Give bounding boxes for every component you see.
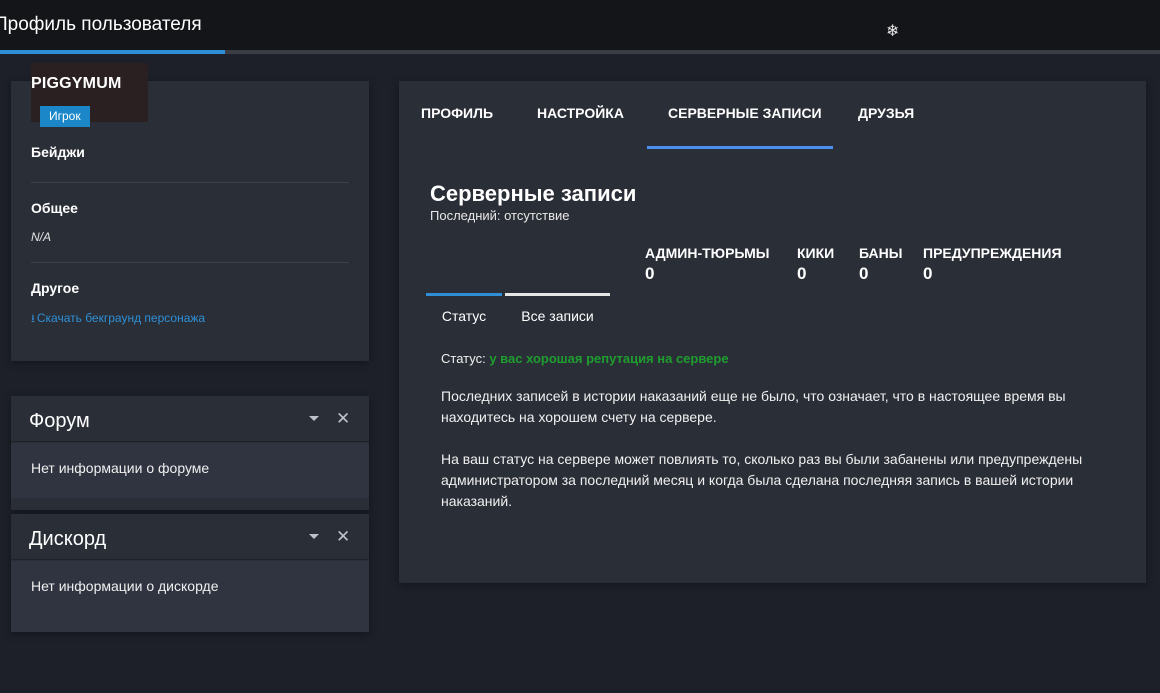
snowflake-icon[interactable]: ❄ xyxy=(886,21,899,41)
active-tab-indicator xyxy=(647,146,833,149)
caret-down-icon[interactable] xyxy=(309,416,319,421)
tab-server-records[interactable]: СЕРВЕРНЫЕ ЗАПИСИ xyxy=(668,105,822,121)
stat-label: АДМИН-ТЮРЬМЫ xyxy=(645,245,770,261)
stat-label: ПРЕДУПРЕЖДЕНИЯ xyxy=(923,245,1062,261)
tab-bar: ПРОФИЛЬ НАСТРОЙКА СЕРВЕРНЫЕ ЗАПИСИ ДРУЗЬ… xyxy=(399,81,1146,149)
last-record: Последний: отсутствие xyxy=(430,208,570,223)
status-description: Последних записей в истории наказаний ещ… xyxy=(441,388,1066,425)
download-background-link[interactable]: ⭳ Скачать бекграунд персонажа xyxy=(31,310,205,329)
top-bar: Профиль пользователя ❄ xyxy=(0,0,1160,54)
records-title: Серверные записи xyxy=(430,181,637,206)
status-line: Статус: у вас хорошая репутация на серве… xyxy=(441,351,729,366)
badges-label: Бейджи xyxy=(31,144,85,160)
progress-track xyxy=(0,50,1160,54)
status-note: На ваш статус на сервере может повлиять … xyxy=(441,451,1083,509)
discord-info: Нет информации о дискорде xyxy=(31,578,219,594)
stat-warnings: ПРЕДУПРЕЖДЕНИЯ 0 xyxy=(923,245,1062,284)
status-label: Статус: xyxy=(441,351,486,366)
discord-widget: Дискорд ✕ Нет информации о дискорде xyxy=(11,514,369,632)
status-value: у вас хорошая репутация на сервере xyxy=(489,351,729,366)
discord-widget-body: Нет информации о дискорде xyxy=(11,561,369,632)
stat-value: 0 xyxy=(923,264,933,283)
discord-widget-header: Дискорд ✕ xyxy=(11,514,369,560)
stat-value: 0 xyxy=(645,264,655,283)
discord-title: Дискорд xyxy=(29,528,107,550)
stat-bans: БАНЫ 0 xyxy=(859,245,902,284)
close-icon[interactable]: ✕ xyxy=(336,527,350,547)
close-icon[interactable]: ✕ xyxy=(336,409,350,429)
divider xyxy=(31,262,349,263)
caret-down-icon[interactable] xyxy=(309,534,319,539)
general-value: N/A xyxy=(31,230,52,244)
download-icon: ⭳ xyxy=(31,313,35,325)
forum-info: Нет информации о форуме xyxy=(31,460,210,476)
forum-widget-header: Форум ✕ xyxy=(11,396,369,442)
tab-settings[interactable]: НАСТРОЙКА xyxy=(537,105,624,121)
stat-label: БАНЫ xyxy=(859,245,903,261)
tab-profile[interactable]: ПРОФИЛЬ xyxy=(421,105,493,121)
forum-widget: Форум ✕ Нет информации о форуме xyxy=(11,396,369,510)
divider xyxy=(31,182,349,183)
forum-widget-body: Нет информации о форуме xyxy=(11,443,369,498)
role-badge: Игрок xyxy=(40,106,90,127)
stat-kicks: КИКИ 0 xyxy=(797,245,834,284)
other-label: Другое xyxy=(31,280,80,296)
download-link-text: Скачать бекграунд персонажа xyxy=(36,311,206,325)
subtab-all-records[interactable]: Все записи xyxy=(505,293,610,329)
page-title: Профиль пользователя xyxy=(0,14,202,35)
subtab-status[interactable]: Статус xyxy=(426,293,502,329)
forum-title: Форум xyxy=(29,410,90,432)
main-panel: ПРОФИЛЬ НАСТРОЙКА СЕРВЕРНЫЕ ЗАПИСИ ДРУЗЬ… xyxy=(399,81,1146,583)
tab-friends[interactable]: ДРУЗЬЯ xyxy=(858,105,914,121)
stat-label: КИКИ xyxy=(797,245,835,261)
stat-jails: АДМИН-ТЮРЬМЫ 0 xyxy=(645,245,770,284)
general-label: Общее xyxy=(31,200,78,216)
stat-value: 0 xyxy=(859,264,869,283)
username: PIGGYMUM xyxy=(31,75,122,92)
progress-fill xyxy=(0,50,226,54)
stat-value: 0 xyxy=(797,264,807,283)
